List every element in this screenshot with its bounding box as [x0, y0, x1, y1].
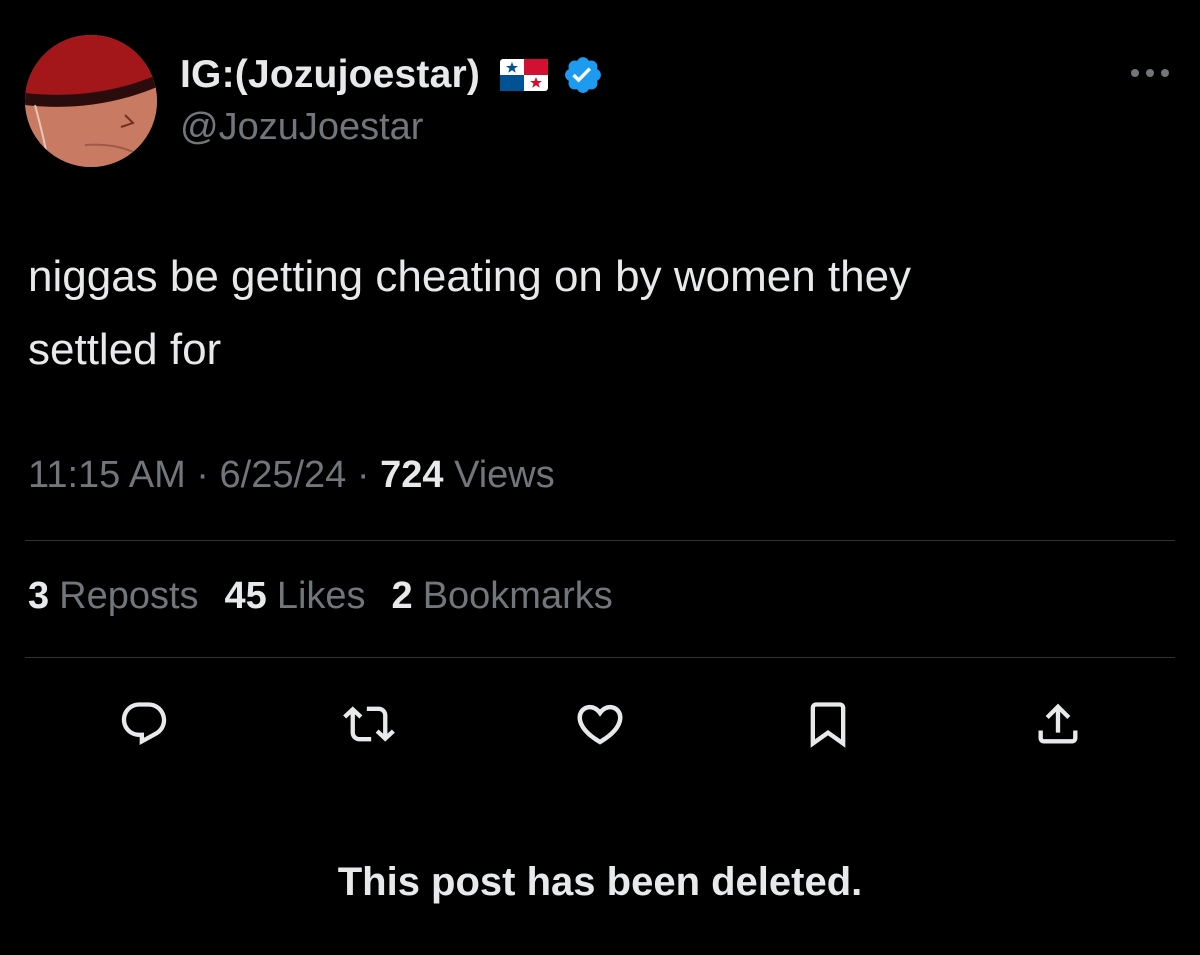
views-count: 724 [380, 454, 444, 496]
verified-badge-icon [562, 54, 604, 96]
panama-flag-icon [500, 59, 549, 91]
author-name-row: IG:(Jozujoestar) [180, 50, 604, 100]
like-button[interactable] [572, 696, 628, 752]
bookmarks-label: Bookmarks [422, 575, 613, 617]
post-text-line: settled for [28, 325, 222, 374]
meta-separator: · [356, 454, 370, 496]
post-text-line: niggas be getting cheating on by women t… [28, 252, 912, 301]
reply-icon [121, 702, 167, 745]
bookmarks-count: 2 [391, 575, 413, 617]
likes-count: 45 [224, 575, 267, 617]
share-button[interactable] [1030, 696, 1086, 752]
avatar-image [25, 35, 157, 167]
reposts-stat[interactable]: 3 Reposts [28, 575, 199, 618]
reposts-count: 3 [28, 575, 50, 617]
engagement-stats: 3 Reposts 45 Likes 2 Bookmarks [28, 575, 613, 618]
post-text: niggas be getting cheating on by women t… [28, 240, 1128, 386]
bookmark-button[interactable] [800, 696, 856, 752]
repost-button[interactable] [341, 696, 397, 752]
bookmarks-stat[interactable]: 2 Bookmarks [392, 575, 613, 618]
views-label: Views [454, 454, 555, 496]
reply-button[interactable] [116, 696, 172, 752]
post-date[interactable]: 6/25/24 [220, 454, 347, 496]
bookmark-icon [810, 702, 846, 748]
deleted-post-notice: This post has been deleted. [337, 860, 863, 904]
repost-icon [343, 706, 395, 742]
reposts-label: Reposts [59, 575, 199, 617]
share-icon [1038, 703, 1078, 744]
display-name[interactable]: IG:(Jozujoestar) [180, 53, 480, 97]
avatar[interactable] [25, 35, 157, 167]
divider [25, 657, 1175, 658]
author-handle[interactable]: @JozuJoestar [180, 106, 423, 149]
like-icon [577, 704, 623, 745]
post-time[interactable]: 11:15 AM [28, 454, 186, 496]
post-meta: 11:15 AM · 6/25/24 · 724 Views [28, 454, 555, 497]
divider [25, 540, 1175, 541]
post-detail: IG:(Jozujoestar) @JozuJoestar niggas be … [0, 0, 1200, 955]
meta-separator: · [196, 454, 209, 496]
likes-stat[interactable]: 45 Likes [225, 575, 366, 618]
more-options-icon[interactable] [1128, 66, 1172, 80]
likes-label: Likes [276, 575, 366, 617]
